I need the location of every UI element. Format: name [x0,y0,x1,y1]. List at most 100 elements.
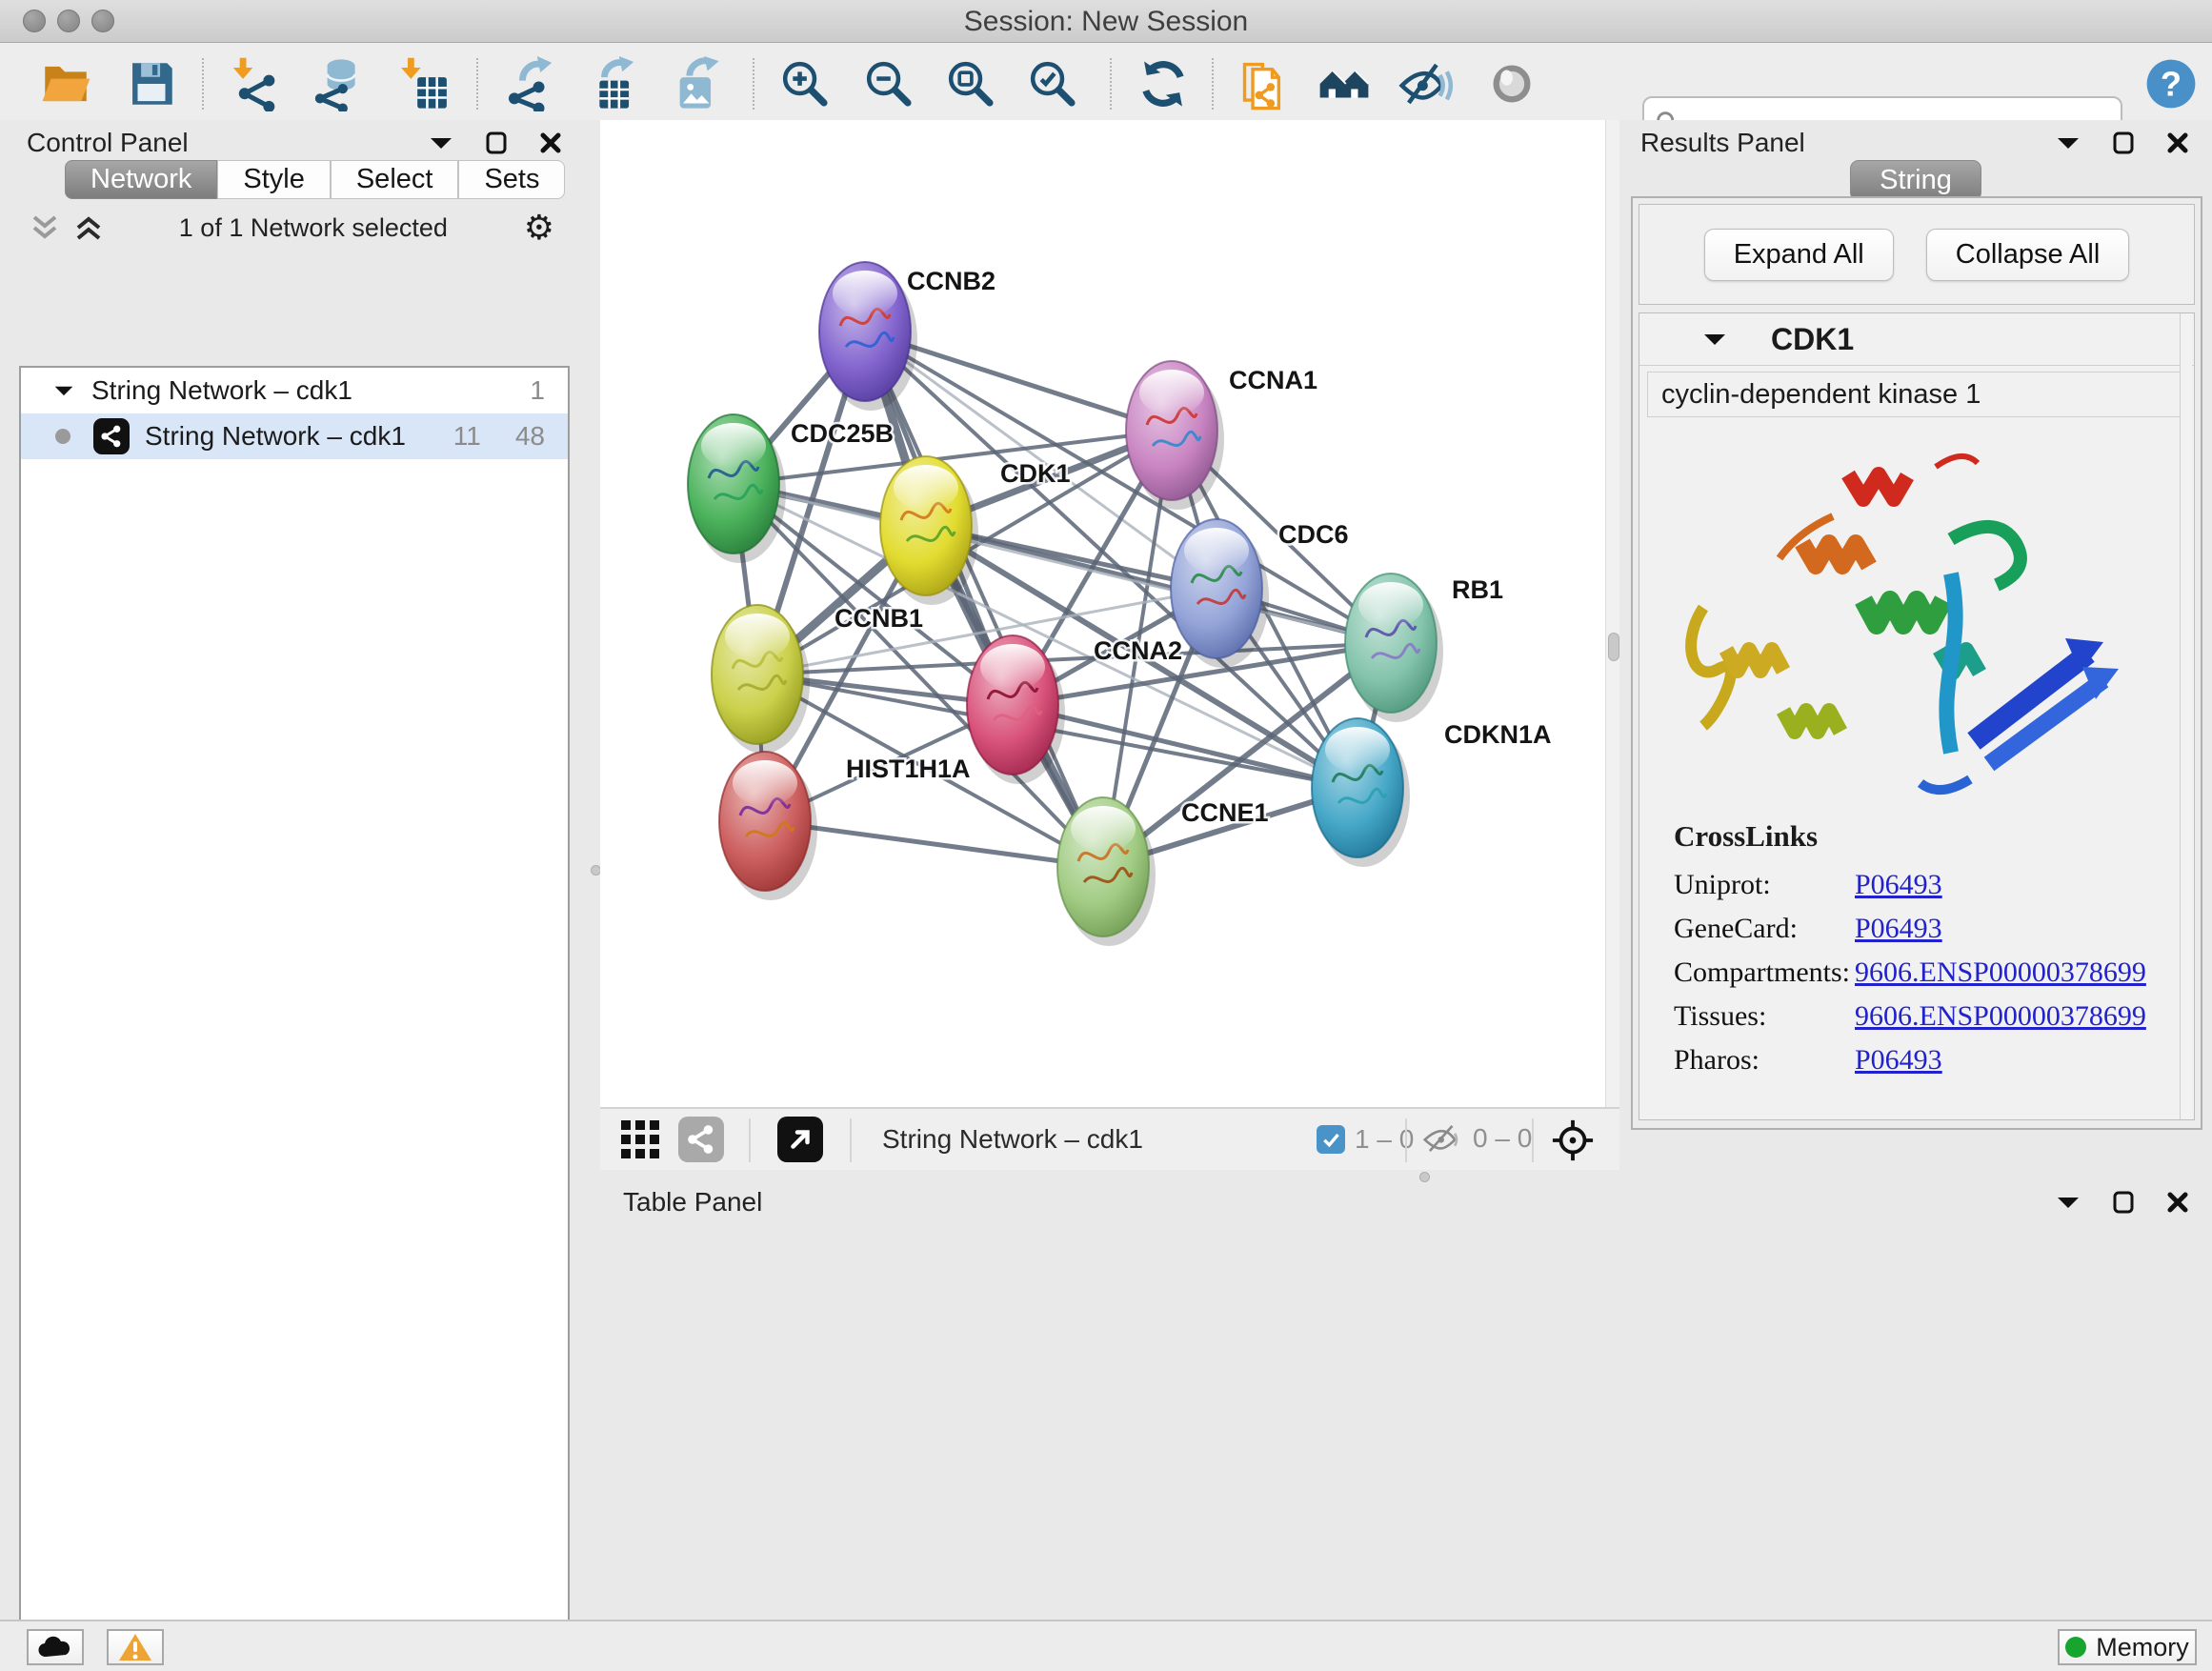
share-network-icon [99,424,124,449]
selected-count-group: 1 – 0 [1317,1124,1414,1155]
float-panel-icon[interactable] [2113,131,2134,154]
network-status-dot [55,429,70,444]
app-window: Session: New Session [0,0,2212,1671]
tab-sets[interactable]: Sets [458,160,565,199]
network-node-CCNB2[interactable] [819,262,917,411]
control-panel-controls [429,131,562,154]
import-table-button[interactable] [394,54,453,113]
import-network-from-database-button[interactable] [307,54,366,113]
disclosure-triangle-icon[interactable] [53,383,74,398]
toolbar-separator [202,58,204,110]
eye-slash-icon [1398,56,1454,111]
float-panel-icon[interactable] [486,131,507,154]
open-session-button[interactable] [36,54,95,113]
results-scrollbar[interactable] [2180,313,2192,1119]
refresh-icon [1136,56,1191,111]
home-networks-button[interactable] [1315,54,1374,113]
northeast-arrow-icon [786,1125,814,1154]
zoom-in-button[interactable] [775,54,835,113]
network-type-button[interactable] [678,1117,724,1162]
results-panel-title: Results Panel [1640,128,1805,158]
zoom-fit-button[interactable] [941,54,1000,113]
tab-string[interactable]: String [1850,160,1981,201]
help-button[interactable]: ? [2142,54,2201,113]
crosslink-label: Uniprot: [1674,869,1855,901]
float-panel-icon[interactable] [2113,1191,2134,1214]
network-node-CDC6[interactable] [1171,519,1269,668]
collapse-panel-icon[interactable] [2056,1194,2081,1211]
protein-structure-image [1650,425,2183,806]
crosslink-value[interactable]: 9606.ENSP00000378699 [1855,1000,2146,1033]
zoom-out-button[interactable] [859,54,918,113]
tab-network[interactable]: Network [65,160,217,199]
collapse-all-button[interactable]: Collapse All [1926,229,2130,281]
network-edge[interactable] [865,332,1103,867]
node-label: CDC6 [1278,520,1349,549]
close-panel-icon[interactable] [2166,131,2189,154]
network-graph[interactable]: CCNB2CCNA1CDC25BCDK1CDC6RB1CCNB1CCNA2CDK… [600,120,1605,1107]
node-label: CCNA1 [1229,366,1317,394]
network-node-CCNB1[interactable] [712,605,810,754]
memory-label: Memory [2096,1633,2189,1662]
warnings-button[interactable] [107,1629,164,1665]
memory-button[interactable]: Memory [2058,1629,2197,1665]
tab-style[interactable]: Style [217,160,330,199]
network-node-CCNE1[interactable] [1057,797,1156,946]
zoom-selected-button[interactable] [1023,54,1082,113]
tree-row-collection[interactable]: String Network – cdk1 1 [21,368,568,413]
table-panel: Table Panel ⚙ f(x [600,1183,2212,1620]
crosslink-value[interactable]: P06493 [1855,1044,1942,1077]
hidden-counts: 0 – 0 [1473,1123,1532,1154]
results-tab-row: String [1619,160,2212,201]
image-export-icon [667,56,722,111]
gray-lens-icon [1484,56,1539,111]
close-panel-icon[interactable] [539,131,562,154]
network-node-CCNA2[interactable] [967,635,1065,784]
selected-checkbox[interactable] [1317,1125,1345,1154]
tab-select[interactable]: Select [331,160,459,199]
expand-all-tree-icon[interactable] [30,215,59,240]
splitter-handle[interactable] [1608,633,1619,661]
network-node-RB1[interactable] [1345,574,1443,722]
collapse-all-tree-icon[interactable] [74,215,103,240]
crosslink-value[interactable]: 9606.ENSP00000378699 [1855,956,2146,989]
apply-layout-button[interactable] [1134,54,1193,113]
crosslinks-list: Uniprot: P06493GeneCard: P06493Compartme… [1674,863,2194,1082]
export-network-icon [503,56,558,111]
left-splitter[interactable] [591,120,600,1620]
fit-content-button[interactable] [1551,1118,1595,1167]
save-session-button[interactable] [122,54,181,113]
table-panel-controls [2056,1191,2189,1214]
node-label: RB1 [1452,575,1503,604]
collapse-panel-icon[interactable] [429,134,453,151]
export-image-button[interactable] [665,54,724,113]
disclosure-triangle-icon[interactable] [1702,331,1727,348]
right-splitter[interactable] [1605,120,1620,1107]
gear-icon[interactable]: ⚙ [524,211,554,245]
export-network-button[interactable] [501,54,560,113]
save-icon [124,56,179,111]
export-table-button[interactable] [583,54,642,113]
birdseye-toggle-button[interactable] [777,1117,823,1162]
eye-slash-small-icon[interactable] [1421,1122,1463,1155]
crosslink-label: GeneCard: [1674,913,1855,945]
splitter-handle[interactable] [1419,1172,1430,1182]
grid-view-button[interactable] [621,1120,661,1165]
collapse-panel-icon[interactable] [2056,134,2081,151]
close-panel-icon[interactable] [2166,1191,2189,1214]
gene-header[interactable]: CDK1 [1639,313,2194,366]
import-network-file-button[interactable] [225,54,284,113]
node-label: CDK1 [1000,459,1071,488]
tree-row-network[interactable]: String Network – cdk1 11 48 [21,413,568,459]
crosslink-value[interactable]: P06493 [1855,913,1942,945]
expand-all-button[interactable]: Expand All [1704,229,1894,281]
cloud-button[interactable] [27,1629,84,1665]
svg-text:?: ? [2161,65,2182,104]
network-node-HIST1H1A[interactable] [719,752,817,900]
string-import-button[interactable] [1235,54,1294,113]
hide-unhide-button[interactable] [1397,54,1456,113]
network-canvas[interactable]: CCNB2CCNA1CDC25BCDK1CDC6RB1CCNB1CCNA2CDK… [600,120,1605,1107]
crosslink-value[interactable]: P06493 [1855,869,1942,901]
network-node-CDKN1A[interactable] [1312,718,1410,867]
help-icon: ? [2143,56,2199,111]
